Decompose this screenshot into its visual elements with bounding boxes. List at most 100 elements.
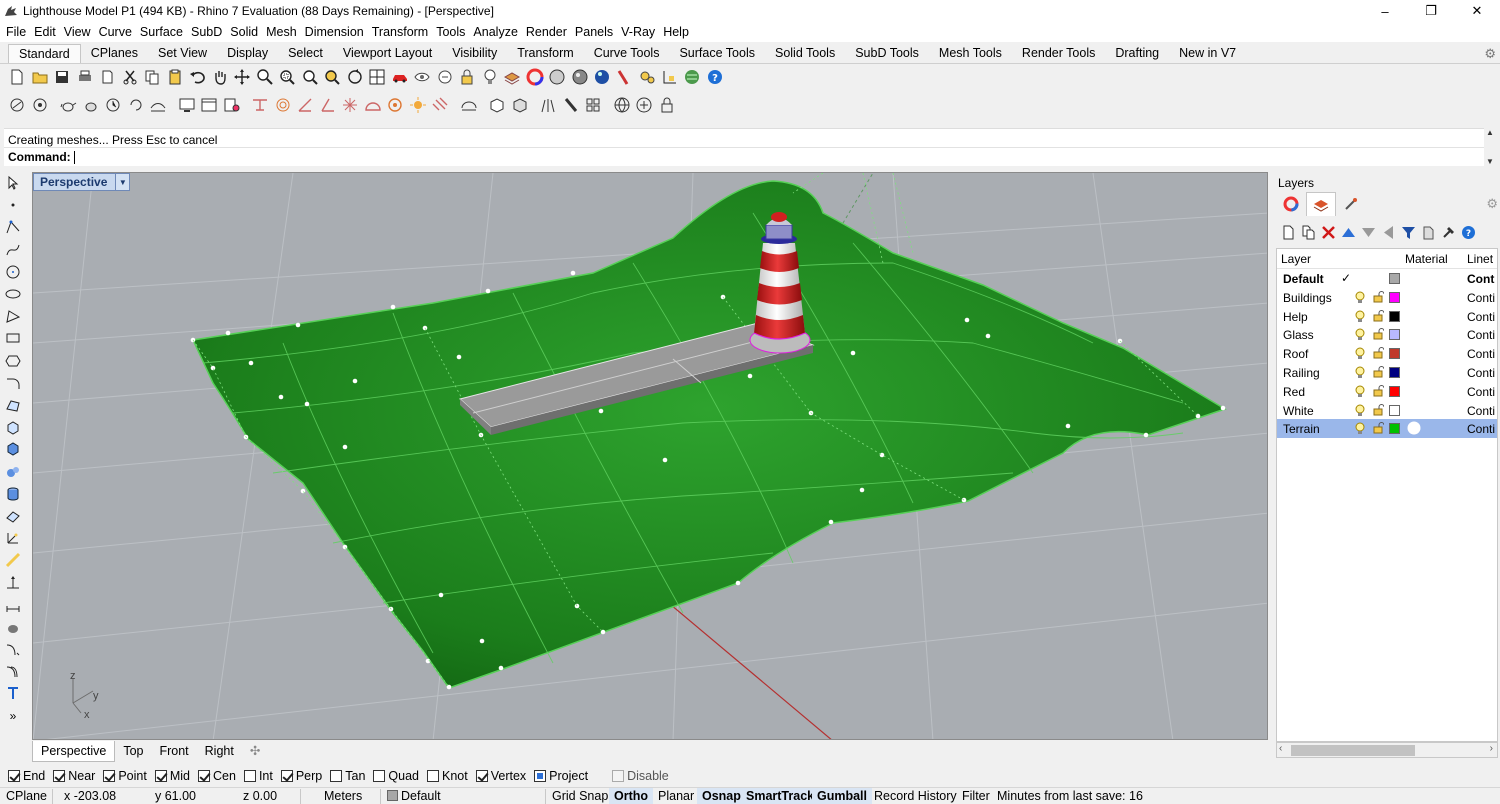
layer-linetype[interactable]: Conti <box>1467 328 1495 342</box>
teapot2-button[interactable] <box>80 94 102 116</box>
layer-color-swatch[interactable] <box>1389 348 1400 360</box>
lock-open-icon[interactable] <box>1373 290 1385 306</box>
tab-viewport-layout[interactable]: Viewport Layout <box>333 44 442 63</box>
material-sphere-icon[interactable] <box>1407 421 1421 438</box>
lock-open-icon[interactable] <box>1373 422 1385 437</box>
display-tab[interactable] <box>1336 192 1366 216</box>
move-to-parent-button[interactable] <box>1378 222 1398 242</box>
snap-button[interactable] <box>0 549 26 571</box>
four-view-button[interactable] <box>366 66 388 88</box>
layer-color-swatch[interactable] <box>1389 329 1400 341</box>
globe-button[interactable] <box>681 66 703 88</box>
layer-linetype[interactable]: Conti <box>1467 366 1495 380</box>
menu-render[interactable]: Render <box>522 22 571 42</box>
terrain-surface[interactable] <box>191 180 1227 689</box>
tab-select[interactable]: Select <box>278 44 333 63</box>
status-current-layer[interactable]: Default <box>401 789 441 803</box>
layer-linetype[interactable]: Conti <box>1467 310 1495 324</box>
polygon-shape-button[interactable] <box>0 350 26 372</box>
history-tool-button[interactable] <box>0 660 26 682</box>
status-cplane[interactable]: CPlane <box>6 789 47 803</box>
layer-button[interactable] <box>501 66 523 88</box>
lock-open-icon[interactable] <box>1373 328 1385 343</box>
layer-linetype[interactable]: Cont <box>1467 272 1494 286</box>
pipe-button[interactable] <box>560 94 582 116</box>
tab-new-in-v7[interactable]: New in V7 <box>1169 44 1246 63</box>
viewport-tab-perspective[interactable]: Perspective <box>32 740 116 762</box>
checkbox[interactable] <box>53 770 66 782</box>
osnap-end[interactable]: End <box>8 769 45 783</box>
lock-button[interactable] <box>456 66 478 88</box>
cut-button[interactable] <box>119 66 141 88</box>
mesh-button[interactable] <box>0 505 26 527</box>
import-button[interactable] <box>96 66 118 88</box>
named-views-button[interactable] <box>198 94 220 116</box>
dimension-tool-button[interactable] <box>0 594 26 616</box>
brush-button[interactable] <box>614 66 636 88</box>
box-edit-button[interactable] <box>509 94 531 116</box>
layers-horizontal-scrollbar[interactable]: ‹ › <box>1276 742 1498 758</box>
osnap-point[interactable]: Point <box>103 769 147 783</box>
tabs-settings-gear-icon[interactable]: ⚙ <box>1484 46 1496 62</box>
sun-button[interactable] <box>272 94 294 116</box>
layer-linetype[interactable]: Conti <box>1467 291 1495 305</box>
menu-dimension[interactable]: Dimension <box>301 22 368 42</box>
lock-open-icon[interactable] <box>1373 384 1385 400</box>
osnap-knot[interactable]: Knot <box>427 769 468 783</box>
toggle-record-history[interactable]: Record History <box>869 788 962 804</box>
tab-solid-tools[interactable]: Solid Tools <box>765 44 845 63</box>
dome-button[interactable] <box>362 94 384 116</box>
menu-transform[interactable]: Transform <box>368 22 433 42</box>
move-layer-down-button[interactable] <box>1358 222 1378 242</box>
layer-linetype[interactable]: Conti <box>1467 404 1495 418</box>
shaded-button[interactable] <box>569 66 591 88</box>
open-file-button[interactable] <box>29 66 51 88</box>
column-material[interactable]: Material <box>1405 252 1448 266</box>
osnap-cen[interactable]: Cen <box>198 769 236 783</box>
move-view-button[interactable] <box>231 66 253 88</box>
menu-panels[interactable]: Panels <box>571 22 617 42</box>
panel-settings-gear-icon[interactable]: ⚙ <box>1486 196 1498 212</box>
properties-tab[interactable] <box>1276 192 1306 216</box>
tab-display[interactable]: Display <box>217 44 278 63</box>
lock-open-icon[interactable] <box>1373 403 1385 419</box>
osnap-near[interactable]: Near <box>53 769 95 783</box>
extrude-surface-button[interactable] <box>0 416 26 438</box>
options-button[interactable] <box>636 66 658 88</box>
menu-help[interactable]: Help <box>659 22 693 42</box>
light-bulb-visible-icon[interactable] <box>1355 310 1365 326</box>
menu-tools[interactable]: Tools <box>432 22 469 42</box>
menu-subd[interactable]: SubD <box>187 22 226 42</box>
curve-button[interactable] <box>0 239 26 261</box>
osnap-project[interactable]: Project <box>534 769 588 783</box>
checkbox[interactable] <box>154 770 167 782</box>
menu-solid[interactable]: Solid <box>226 22 262 42</box>
layers-help-button[interactable]: ? <box>1458 222 1478 242</box>
ring-button[interactable] <box>384 94 406 116</box>
light-button[interactable] <box>479 66 501 88</box>
scroll-right-icon[interactable]: › <box>1490 743 1493 754</box>
transform-button[interactable] <box>0 571 26 593</box>
tab-render-tools[interactable]: Render Tools <box>1012 44 1105 63</box>
rectangle-button[interactable] <box>0 327 26 349</box>
scroll-left-icon[interactable]: ‹ <box>1279 743 1282 754</box>
layer-color-swatch[interactable] <box>1389 366 1400 378</box>
analyze-button[interactable] <box>0 638 26 660</box>
new-sublayer-button[interactable] <box>1298 222 1318 242</box>
show-button[interactable] <box>434 66 456 88</box>
checkbox[interactable] <box>534 770 547 782</box>
layer-row-help[interactable]: Help Conti <box>1277 307 1497 326</box>
menu-file[interactable]: File <box>2 22 30 42</box>
section-button[interactable] <box>458 94 480 116</box>
edit-object-button[interactable] <box>29 94 51 116</box>
perspective-viewport[interactable]: z y x Perspective ▼ <box>32 172 1268 740</box>
new-file-button[interactable] <box>6 66 28 88</box>
layer-color-swatch[interactable] <box>1389 291 1400 303</box>
hide-button[interactable] <box>411 66 433 88</box>
hatch-button[interactable] <box>429 94 451 116</box>
new-layer-button[interactable] <box>1278 222 1298 242</box>
circle-button[interactable] <box>0 261 26 283</box>
toggle-smarttrack[interactable]: SmartTrack <box>741 788 820 804</box>
current-layer-swatch[interactable] <box>387 790 398 804</box>
help-button[interactable]: ? <box>704 66 726 88</box>
